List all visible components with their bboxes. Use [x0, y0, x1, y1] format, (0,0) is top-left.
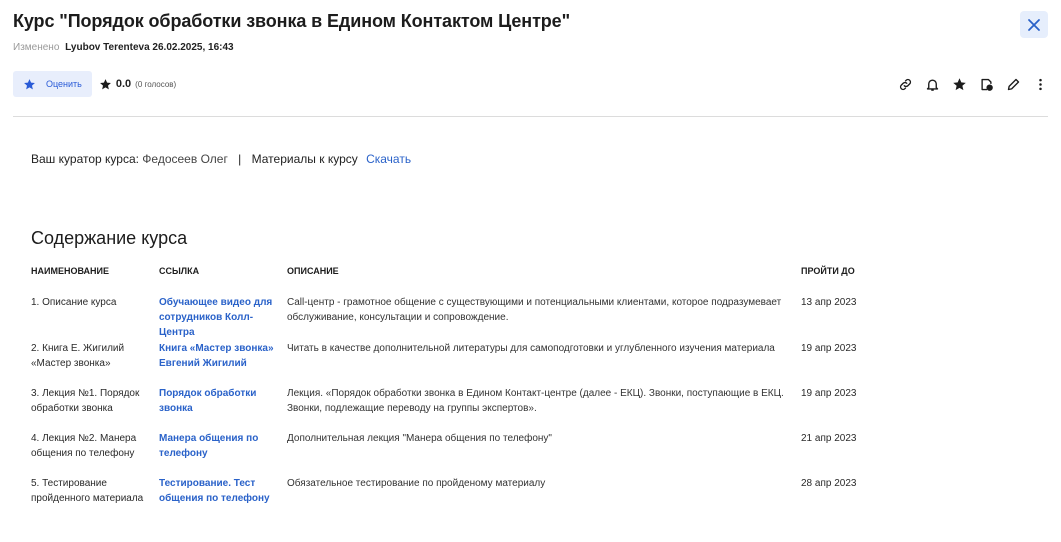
column-header-due: ПРОЙТИ ДО — [801, 266, 855, 276]
row-link[interactable]: Манера общения по телефону — [159, 433, 258, 459]
row-description: Дополнительная лекция "Манера общения по… — [287, 433, 552, 444]
row-link[interactable]: Обучающее видео для сотрудников Колл-Цен… — [159, 297, 272, 338]
table-row: 5. Тестирование пройденного материала Те… — [31, 476, 881, 506]
download-link[interactable]: Скачать — [366, 152, 411, 166]
column-header-name: НАИМЕНОВАНИЕ — [31, 266, 109, 276]
more-vertical-icon[interactable] — [1033, 77, 1048, 92]
row-name: 4. Лекция №2. Манера общения по телефону — [31, 433, 137, 459]
curator-label: Ваш куратор курса: — [31, 152, 139, 166]
table-row: 2. Книга Е. Жигилий «Мастер звонка» Книг… — [31, 341, 881, 386]
row-description: Обязательное тестирование по пройденому … — [287, 478, 546, 489]
link-icon[interactable] — [898, 77, 913, 92]
row-description: Лекция. «Порядок обработки звонка в Един… — [287, 388, 784, 414]
materials-label: Материалы к курсу — [251, 152, 358, 166]
export-icon[interactable] — [979, 77, 994, 92]
separator: | — [238, 152, 242, 166]
close-icon — [1028, 18, 1040, 31]
row-name: 2. Книга Е. Жигилий «Мастер звонка» — [31, 343, 125, 369]
table-row: 4. Лекция №2. Манера общения по телефону… — [31, 431, 881, 476]
column-header-description: ОПИСАНИЕ — [287, 266, 339, 276]
rating-star-icon — [99, 78, 111, 89]
row-due-date: 13 апр 2023 — [801, 297, 857, 308]
section-title: Содержание курса — [31, 228, 188, 248]
row-due-date: 21 апр 2023 — [801, 433, 857, 444]
rating-score: 0.0 — [115, 78, 132, 90]
favorite-star-icon[interactable] — [952, 77, 967, 92]
rating: 0.0 (0 голосов) — [99, 78, 176, 91]
modified-by: Lyubov Terenteva 26.02.2025, 16:43 — [65, 42, 234, 53]
row-due-date: 19 апр 2023 — [801, 388, 857, 399]
bell-icon[interactable] — [925, 77, 940, 92]
toolbar: Оценить 0.0 (0 голосов) — [13, 71, 1048, 97]
star-icon — [24, 78, 35, 89]
action-icons — [898, 71, 1048, 97]
rate-button-label: Оценить — [46, 79, 82, 89]
row-link[interactable]: Тестирование. Тест общения по телефону — [159, 478, 270, 504]
row-link[interactable]: Книга «Мастер звонка» Евгений Жигилий — [159, 343, 274, 369]
table-row: 1. Описание курса Обучающее видео для со… — [31, 281, 881, 341]
table-header-row: НАИМЕНОВАНИЕ ССЫЛКА ОПИСАНИЕ ПРОЙТИ ДО — [31, 266, 881, 281]
row-due-date: 19 апр 2023 — [801, 343, 857, 354]
column-header-link: ССЫЛКА — [159, 266, 200, 276]
row-description: Call-центр - грамотное общение с существ… — [287, 297, 782, 323]
divider — [13, 116, 1048, 117]
row-name: 5. Тестирование пройденного материала — [31, 478, 144, 504]
row-link[interactable]: Порядок обработки звонка — [159, 388, 256, 414]
curator-line: Ваш куратор курса: Федосеев Олег | Матер… — [31, 152, 411, 166]
row-description: Читать в качестве дополнительной литерат… — [287, 343, 775, 354]
edit-icon[interactable] — [1006, 77, 1021, 92]
modified-info: Изменено Lyubov Terenteva 26.02.2025, 16… — [13, 42, 1048, 53]
row-due-date: 28 апр 2023 — [801, 478, 857, 489]
curator-name: Федосеев Олег — [142, 152, 228, 166]
table-row: 3. Лекция №1. Порядок обработки звонка П… — [31, 386, 881, 431]
rate-button[interactable]: Оценить — [13, 71, 92, 97]
rating-votes: (0 голосов) — [135, 79, 177, 89]
close-button[interactable] — [1020, 11, 1048, 38]
page-title: Курс "Порядок обработки звонка в Едином … — [13, 11, 571, 31]
page-header: Курс "Порядок обработки звонка в Едином … — [13, 11, 1048, 53]
course-content-table: НАИМЕНОВАНИЕ ССЫЛКА ОПИСАНИЕ ПРОЙТИ ДО 1… — [31, 266, 881, 506]
modified-label: Изменено — [13, 42, 60, 53]
row-name: 1. Описание курса — [31, 297, 117, 308]
row-name: 3. Лекция №1. Порядок обработки звонка — [31, 388, 140, 414]
